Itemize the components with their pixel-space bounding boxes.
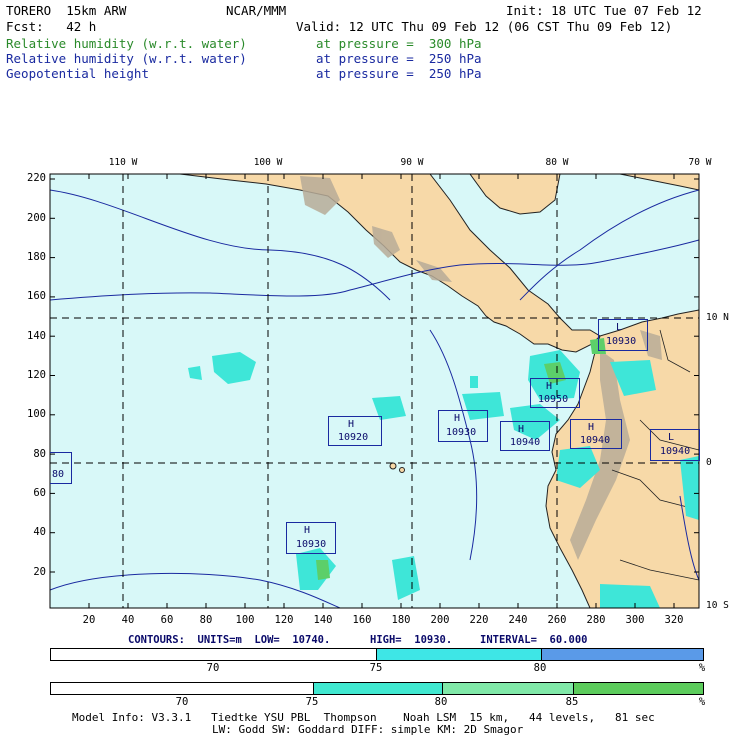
y-tick: 200 <box>27 212 46 224</box>
center-8-value: 10930 <box>296 539 327 550</box>
center-8-type: H <box>304 525 311 536</box>
lon-label: 110 W <box>108 157 138 168</box>
y-tick: 180 <box>27 251 46 263</box>
model-physics: LW: Godd SW: Goddard DIFF: simple KM: 2D… <box>212 723 524 736</box>
x-tick: 240 <box>508 614 528 626</box>
y-tick: 60 <box>33 487 46 499</box>
center-7-type: L <box>668 432 675 443</box>
colorbar-2-label: 80 <box>434 696 448 708</box>
center-6-value: 10930 <box>606 336 637 347</box>
colorbar-2-label: 70 <box>175 696 189 708</box>
center-9-value: 80 <box>52 469 65 480</box>
colorbar-1 <box>50 648 704 661</box>
lat-label: 0 <box>706 457 712 468</box>
y-tick: 80 <box>33 448 46 460</box>
center-2-type: H <box>454 413 461 424</box>
lat-label: 10 N <box>706 312 729 323</box>
colorbar-2 <box>50 682 704 695</box>
forecast-map <box>49 173 700 609</box>
lon-label: 70 W <box>688 157 712 168</box>
colorbar-2-seg <box>574 683 703 694</box>
y-tick: 40 <box>33 526 46 538</box>
center-3-value: 10940 <box>510 437 541 448</box>
center-7-value: 10940 <box>660 446 691 457</box>
x-tick: 40 <box>121 614 135 626</box>
y-tick: 20 <box>33 566 46 578</box>
y-tick: 220 <box>27 172 46 184</box>
x-tick: 20 <box>82 614 96 626</box>
contour-info: CONTOURS: UNITS=m LOW= 10740. <box>128 634 331 646</box>
x-tick: 320 <box>664 614 684 626</box>
colorbar-1-seg <box>542 649 703 660</box>
x-tick: 260 <box>547 614 567 626</box>
colorbar-1-seg <box>377 649 542 660</box>
contour-interval: INTERVAL= 60.000 <box>480 634 588 646</box>
x-tick: 280 <box>586 614 606 626</box>
colorbar-1-seg <box>51 649 377 660</box>
center-4-value: 10950 <box>538 394 569 405</box>
lon-label: 80 W <box>545 157 569 168</box>
x-tick: 160 <box>352 614 372 626</box>
x-tick: 180 <box>391 614 411 626</box>
colorbar-2-seg <box>314 683 443 694</box>
colorbar-1-label: 80 <box>533 662 547 674</box>
y-tick: 160 <box>27 290 46 302</box>
galapagos-island-2 <box>399 467 405 473</box>
x-tick: 300 <box>625 614 645 626</box>
colorbar-2-seg <box>443 683 574 694</box>
center-2-value: 10930 <box>446 427 477 438</box>
colorbar-2-unit: % <box>698 696 706 708</box>
colorbar-1-unit: % <box>698 662 706 674</box>
x-tick: 140 <box>313 614 333 626</box>
x-tick: 60 <box>160 614 174 626</box>
contour-high: HIGH= 10930. <box>370 634 453 646</box>
center-5-value: 10940 <box>580 435 611 446</box>
colorbar-1-label: 75 <box>369 662 383 674</box>
x-tick: 200 <box>430 614 450 626</box>
lat-label: 10 S <box>706 600 729 611</box>
colorbar-2-label: 85 <box>565 696 579 708</box>
colorbar-1-label: 70 <box>206 662 220 674</box>
lon-label: 100 W <box>253 157 283 168</box>
colorbar-2-seg <box>51 683 314 694</box>
galapagos-island <box>389 462 397 470</box>
center-1-value: 10920 <box>338 432 369 443</box>
center-6-type: L <box>616 322 623 333</box>
y-tick: 140 <box>27 330 46 342</box>
x-tick: 220 <box>469 614 489 626</box>
y-tick: 120 <box>27 369 46 381</box>
x-tick: 120 <box>274 614 294 626</box>
colorbar-2-label: 75 <box>305 696 319 708</box>
x-tick: 100 <box>235 614 255 626</box>
lon-label: 90 W <box>400 157 424 168</box>
x-tick: 80 <box>199 614 213 626</box>
y-tick: 100 <box>27 408 46 420</box>
